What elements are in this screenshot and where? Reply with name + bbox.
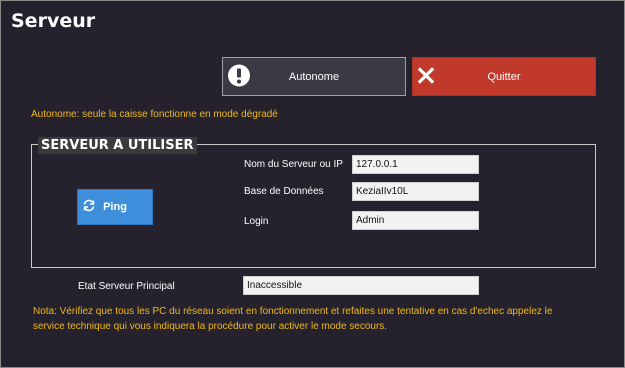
window-title: Serveur [11,10,96,32]
server-name-label: Nom du Serveur ou IP [244,159,343,170]
database-label: Base de Données [244,186,324,197]
refresh-icon [82,199,96,216]
login-field[interactable]: Admin [352,211,479,230]
server-group-legend: SERVEUR A UTILISER [38,137,197,154]
autonome-hint: Autonome: seule la caisse fonctionne en … [31,109,278,120]
autonome-button[interactable]: Autonome [222,57,406,96]
server-status-label: Etat Serveur Principal [78,281,175,292]
login-label: Login [244,216,269,227]
ping-label: Ping [103,201,127,213]
exclamation-circle-icon [226,62,252,91]
help-note: Nota: Vérifiez que tous les PC du réseau… [33,306,553,332]
quitter-label: Quitter [487,70,521,83]
database-field[interactable]: KeziaIIv10L [352,182,479,201]
server-window: Serveur Autonome Quitter Autonome: seule… [0,0,625,368]
autonome-label: Autonome [288,70,340,83]
server-status-field: Inaccessible [243,276,479,295]
quitter-button[interactable]: Quitter [412,57,596,96]
server-name-field[interactable]: 127.0.0.1 [352,155,479,174]
ping-button[interactable]: Ping [77,189,153,225]
close-x-icon [416,65,436,88]
